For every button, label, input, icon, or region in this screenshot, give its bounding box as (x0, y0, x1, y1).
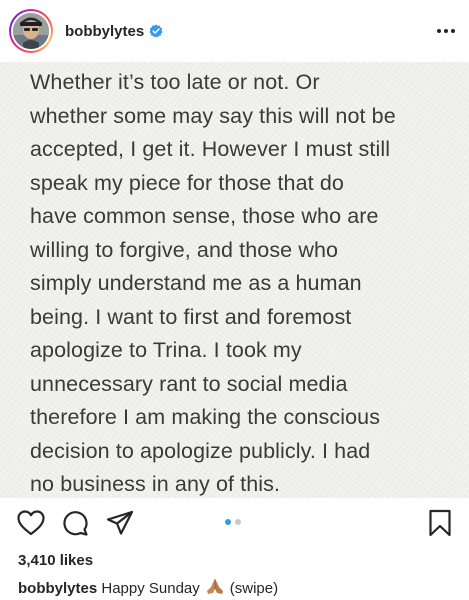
more-options-icon[interactable] (435, 23, 457, 39)
carousel-indicator (225, 519, 241, 525)
caption-text: Happy Sunday (101, 580, 200, 597)
post-image-text: Whether it’s too late or not. Or whether… (30, 70, 396, 496)
action-bar (0, 498, 469, 548)
caption: bobbylytes Happy Sunday (swipe) (18, 578, 278, 600)
caption-username[interactable]: bobbylytes (18, 580, 97, 597)
bookmark-icon[interactable] (425, 508, 455, 538)
post-image[interactable]: Whether it’s too late or not. Or whether… (0, 62, 469, 498)
folded-hands-icon (204, 578, 226, 600)
likes-count[interactable]: 3,410 likes (18, 552, 93, 569)
username[interactable]: bobbylytes (65, 23, 144, 40)
avatar-image (13, 13, 49, 49)
carousel-dot (235, 519, 241, 525)
avatar[interactable] (9, 9, 53, 53)
heart-icon[interactable] (16, 508, 46, 538)
share-icon[interactable] (105, 508, 135, 538)
caption-swipe-text: (swipe) (229, 580, 279, 597)
comment-icon[interactable] (60, 508, 90, 538)
post-header: bobbylytes (0, 0, 469, 62)
carousel-dot-active (225, 519, 231, 525)
verified-badge-icon (149, 24, 163, 38)
